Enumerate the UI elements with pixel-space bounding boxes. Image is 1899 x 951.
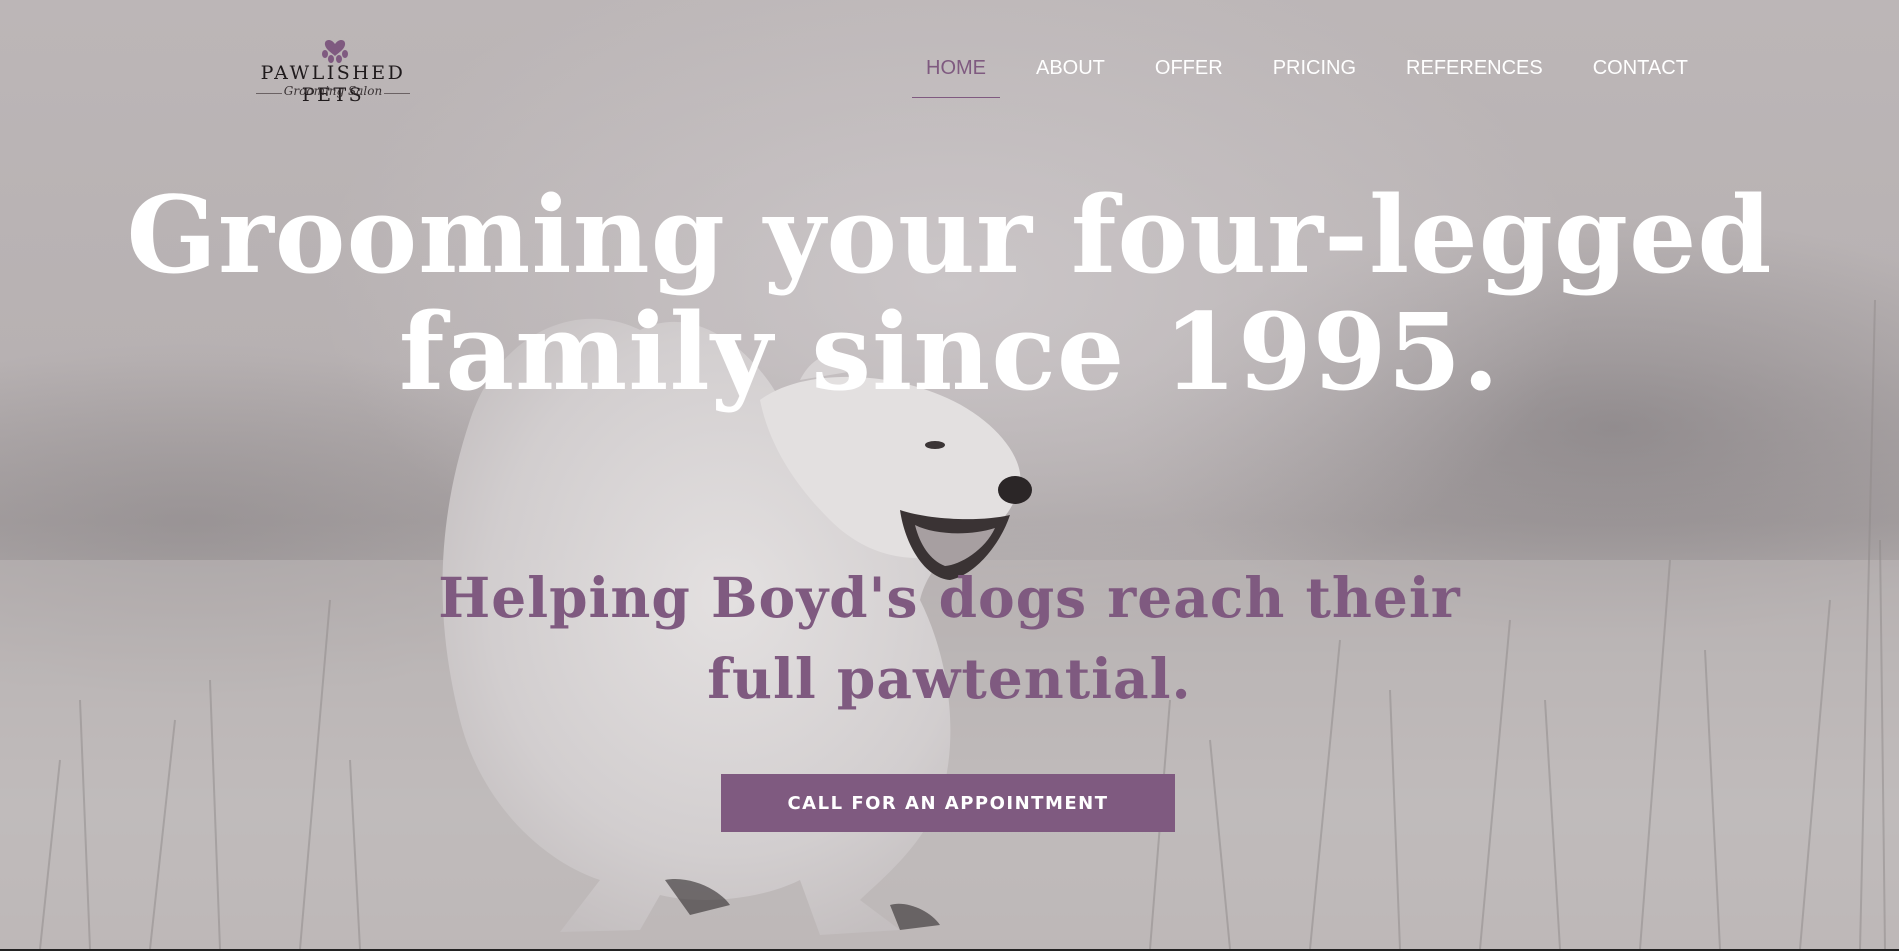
hero-headline: Grooming your four-legged family since 1… bbox=[0, 176, 1899, 410]
nav-item-offer[interactable]: OFFER bbox=[1155, 52, 1223, 98]
nav-item-about[interactable]: ABOUT bbox=[1036, 52, 1105, 98]
hero-section: PAWLISHED PETS Grooming Salon HOME ABOUT… bbox=[0, 0, 1899, 949]
hero-headline-line1: Grooming your four-legged bbox=[126, 172, 1773, 297]
brand-logo[interactable]: PAWLISHED PETS Grooming Salon bbox=[226, 30, 440, 108]
hero-headline-line2: family since 1995. bbox=[398, 289, 1501, 414]
paw-heart-icon bbox=[322, 39, 348, 63]
brand-tagline: Grooming Salon bbox=[283, 84, 383, 98]
main-nav: HOME ABOUT OFFER PRICING REFERENCES CONT… bbox=[912, 52, 1738, 98]
nav-item-pricing[interactable]: PRICING bbox=[1273, 52, 1356, 98]
site-header: PAWLISHED PETS Grooming Salon HOME ABOUT… bbox=[0, 0, 1899, 110]
hero-subheadline-line2: full pawtential. bbox=[707, 646, 1192, 711]
hero-subheadline: Helping Boyd's dogs reach their full paw… bbox=[0, 557, 1899, 719]
nav-item-contact[interactable]: CONTACT bbox=[1593, 52, 1688, 98]
call-appointment-button[interactable]: CALL FOR AN APPOINTMENT bbox=[721, 774, 1175, 832]
hero-subheadline-line1: Helping Boyd's dogs reach their bbox=[438, 565, 1461, 630]
nav-item-references[interactable]: REFERENCES bbox=[1406, 52, 1543, 98]
nav-item-home[interactable]: HOME bbox=[912, 52, 1000, 98]
